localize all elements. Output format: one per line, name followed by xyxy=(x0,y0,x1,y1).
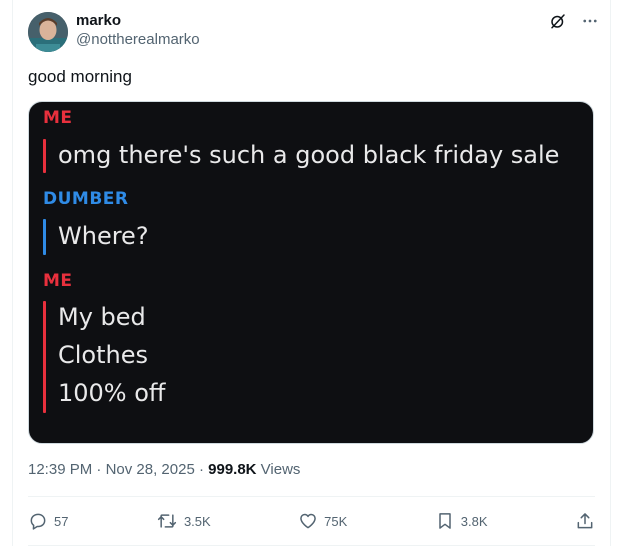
action-bar: 57 3.5K 75K 3.8K xyxy=(28,506,595,536)
message-bar xyxy=(43,219,46,255)
message-line: Clothes xyxy=(58,341,148,369)
sender-label: DUMBER xyxy=(43,189,129,209)
reply-count: 57 xyxy=(54,513,69,529)
message-line: Where? xyxy=(58,222,149,250)
author-block: marko @notthereal​marko xyxy=(76,12,200,50)
message-line: omg there's such a good black friday sal… xyxy=(58,141,560,169)
sender-label: ME xyxy=(43,108,73,128)
avatar-image xyxy=(28,12,68,52)
bookmark-icon xyxy=(439,513,451,529)
bookmark-count: 3.8K xyxy=(460,513,488,529)
like-button[interactable]: 75K xyxy=(298,511,347,531)
frame-border-left xyxy=(12,0,13,546)
post-image[interactable]: ME omg there's such a good black friday … xyxy=(28,101,594,444)
like-count: 75K xyxy=(324,513,348,529)
repost-button[interactable]: 3.5K xyxy=(156,511,211,531)
more-icon[interactable] xyxy=(581,12,599,30)
message-line: 100% off xyxy=(58,379,166,407)
message-bar xyxy=(43,139,46,173)
author-name[interactable]: marko xyxy=(76,12,200,30)
share-button[interactable] xyxy=(575,511,595,531)
sender-label: ME xyxy=(43,271,73,291)
author-handle[interactable]: @notthereal​marko xyxy=(76,30,200,50)
avatar[interactable] xyxy=(28,12,68,52)
post-top-actions xyxy=(549,12,599,30)
reply-icon xyxy=(30,513,46,530)
repost-count: 3.5K xyxy=(183,513,211,529)
post-text: good morning xyxy=(28,67,132,86)
repost-icon xyxy=(157,514,177,528)
post-time[interactable]: 12:39 PM xyxy=(28,461,92,478)
meta-separator: · xyxy=(92,461,106,478)
post-date[interactable]: Nov 28, 2025 xyxy=(106,461,195,478)
message-bar xyxy=(43,301,46,413)
actions-divider xyxy=(28,496,595,497)
message-line: My bed xyxy=(58,303,146,331)
frame-border-right xyxy=(610,0,611,546)
post-meta: 12:39 PM · Nov 28, 2025 · 999.8K Views xyxy=(28,460,300,480)
views-count: 999.8K xyxy=(208,461,257,478)
bookmark-button[interactable]: 3.8K xyxy=(435,511,488,531)
reply-button[interactable]: 57 xyxy=(28,511,68,531)
heart-icon xyxy=(300,513,316,529)
slashed-circle-icon[interactable] xyxy=(549,12,567,30)
views-label: Views xyxy=(256,461,301,478)
meta-separator: · xyxy=(194,461,209,478)
share-icon xyxy=(577,513,593,529)
